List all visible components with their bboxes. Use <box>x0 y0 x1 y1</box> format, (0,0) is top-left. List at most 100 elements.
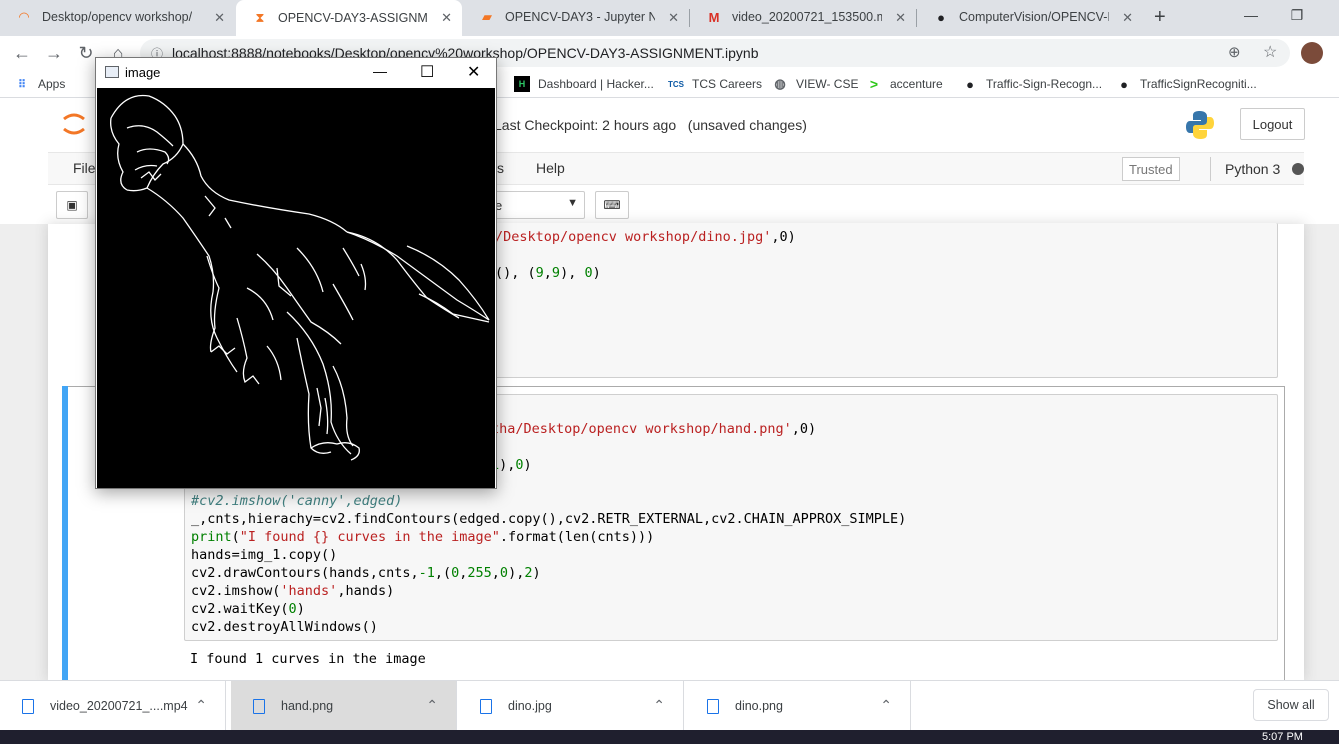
close-tab-icon[interactable]: ✕ <box>441 10 452 26</box>
logout-button[interactable]: Logout <box>1240 108 1305 140</box>
canny-edge-image <box>97 88 495 488</box>
tab-opencv-day3-assignment[interactable]: ⧗ OPENCV-DAY3-ASSIGNMENT ✕ <box>236 0 462 36</box>
bookmark-tcs[interactable]: TCS TCS Careers <box>668 75 762 93</box>
file-icon <box>22 698 34 714</box>
cell-1-line-1: /Desktop/opencv workshop/dino.jpg',0) <box>495 229 796 245</box>
download-item-dino-png[interactable]: dino.png ⌃ <box>685 681 911 731</box>
download-filename: hand.png <box>281 699 334 713</box>
divider <box>1210 157 1211 181</box>
save-button[interactable]: ▣ <box>56 191 88 219</box>
profile-avatar[interactable] <box>1301 42 1323 64</box>
file-icon <box>253 698 265 714</box>
download-filename: video_20200721_....mp4 <box>50 699 188 713</box>
new-tab-button[interactable]: + <box>1154 6 1166 29</box>
close-tab-icon[interactable]: ✕ <box>895 10 906 26</box>
show-all-button[interactable]: Show all <box>1253 689 1329 721</box>
menu-file[interactable]: File <box>73 160 96 176</box>
tab-opencv-day3-notebook[interactable]: ▰ OPENCV-DAY3 - Jupyter Notebook ✕ <box>463 0 689 34</box>
window-app-icon <box>105 66 119 78</box>
chevron-up-icon[interactable]: ⌃ <box>195 697 207 714</box>
download-item-dino-jpg[interactable]: dino.jpg ⌃ <box>458 681 684 731</box>
zoom-icon[interactable]: ⊕ <box>1228 43 1241 61</box>
download-item-hand-png[interactable]: hand.png ⌃ <box>231 681 457 731</box>
cell-2-line-imshow: cv2.imshow('hands',hands) <box>191 583 395 599</box>
bookmark-star-icon[interactable]: ☆ <box>1263 42 1277 62</box>
maximize-icon[interactable]: ☐ <box>420 62 434 82</box>
chevron-down-icon: ▼ <box>567 197 578 209</box>
jupyter-icon: ◠ <box>18 9 30 24</box>
tab-desktop-opencv[interactable]: ◠ Desktop/opencv workshop/ ✕ <box>0 0 235 34</box>
download-filename: dino.png <box>735 699 783 713</box>
downloads-bar: video_20200721_....mp4 ⌃ hand.png ⌃ dino… <box>0 680 1339 731</box>
menu-widgets-partial[interactable]: s <box>497 160 504 176</box>
cell-2-line-1: tha/Desktop/opencv workshop/hand.png',0) <box>491 421 817 437</box>
kernel-name[interactable]: Python 3 <box>1225 161 1280 177</box>
notebook-icon: ▰ <box>482 9 492 24</box>
menu-help[interactable]: Help <box>536 160 565 176</box>
file-icon <box>480 698 492 714</box>
opencv-window-titlebar[interactable]: image — ☐ ✕ <box>96 58 496 88</box>
forward-arrow-icon[interactable]: → <box>42 41 66 65</box>
floppy-icon: ▣ <box>66 198 78 212</box>
back-arrow-icon[interactable]: ← <box>10 41 34 65</box>
close-tab-icon[interactable]: ✕ <box>214 10 225 26</box>
tab-github-computervision[interactable]: ● ComputerVision/OPENCV-DAY ✕ <box>917 0 1143 34</box>
bookmark-hackerrank[interactable]: H Dashboard | Hacker... <box>514 75 654 93</box>
cell-2-line-waitkey: cv2.waitKey(0) <box>191 601 305 617</box>
tcs-icon: TCS <box>668 79 684 89</box>
chevron-up-icon[interactable]: ⌃ <box>426 697 438 714</box>
tab-video[interactable]: M video_20200721_153500.mp4 - ✕ <box>690 0 916 34</box>
cell-2-line-copy: hands=img_1.copy() <box>191 547 338 563</box>
windows-taskbar: 5:07 PM <box>0 730 1339 744</box>
close-tab-icon[interactable]: ✕ <box>668 10 679 26</box>
command-palette-button[interactable]: ⌨ <box>595 191 629 219</box>
cell-type-select[interactable]: e ▼ <box>488 191 585 219</box>
minimize-icon[interactable]: — <box>373 63 387 79</box>
bookmark-traffic-sign-2[interactable]: ● TrafficSignRecogniti... <box>1116 75 1257 93</box>
bookmark-traffic-sign-1[interactable]: ● Traffic-Sign-Recogn... <box>962 75 1102 93</box>
download-item-video[interactable]: video_20200721_....mp4 ⌃ <box>0 681 226 731</box>
bookmark-label: accenture <box>890 77 943 91</box>
tab-title: ComputerVision/OPENCV-DAY <box>959 10 1109 24</box>
minimize-button[interactable]: — <box>1228 0 1274 30</box>
close-tab-icon[interactable]: ✕ <box>1122 10 1133 26</box>
checkpoint-text: Last Checkpoint: 2 hours ago <box>494 117 677 133</box>
file-icon <box>707 698 719 714</box>
chevron-up-icon[interactable]: ⌃ <box>653 697 665 714</box>
cell-2-line-comment: #cv2.imshow('canny',edged) <box>191 493 403 509</box>
jupyter-logo-icon[interactable] <box>62 109 86 139</box>
bookmark-label: TrafficSignRecogniti... <box>1140 77 1257 91</box>
close-icon[interactable]: ✕ <box>467 62 480 82</box>
bookmark-accenture[interactable]: > accenture <box>866 75 943 93</box>
cell-2-line-print: print("I found {} curves in the image".f… <box>191 529 655 545</box>
bookmark-apps[interactable]: ⠿ Apps <box>14 75 65 93</box>
cell-2-line-destroy: cv2.destroyAllWindows() <box>191 619 378 635</box>
restore-button[interactable]: ❐ <box>1274 0 1320 30</box>
bookmark-label: VIEW- CSE <box>796 77 859 91</box>
window-title: image <box>125 65 161 80</box>
bookmark-label: Apps <box>38 77 66 91</box>
download-filename: dino.jpg <box>508 699 552 713</box>
unsaved-changes-text: (unsaved changes) <box>687 117 807 133</box>
keyboard-icon: ⌨ <box>603 198 621 212</box>
checkpoint-status: Last Checkpoint: 2 hours ago (unsaved ch… <box>494 117 807 133</box>
tab-title: video_20200721_153500.mp4 - <box>732 10 882 24</box>
cell-2-line-2: 1),0) <box>491 457 532 473</box>
kernel-status-icon <box>1292 163 1304 175</box>
cell-1-line-2: (), (9,9), 0) <box>495 265 601 281</box>
github-icon: ● <box>966 76 974 92</box>
tab-title: OPENCV-DAY3 - Jupyter Notebook <box>505 10 655 24</box>
python-logo-icon <box>1184 109 1216 141</box>
chevron-up-icon[interactable]: ⌃ <box>880 697 892 714</box>
accenture-icon: > <box>869 76 879 92</box>
hourglass-icon: ⧗ <box>255 10 265 25</box>
trusted-indicator[interactable]: Trusted <box>1122 157 1180 181</box>
selected-cell-indicator <box>62 386 68 687</box>
github-icon: ● <box>937 9 945 25</box>
cell-2-line-drawcontours: cv2.drawContours(hands,cnts,-1,(0,255,0)… <box>191 565 541 581</box>
globe-icon: ◍ <box>774 76 786 91</box>
opencv-image-window[interactable]: image — ☐ ✕ <box>95 57 497 489</box>
dinosaur-edges-drawing <box>110 94 490 461</box>
bookmark-view-cse[interactable]: ◍ VIEW- CSE <box>772 75 858 93</box>
bookmark-label: Traffic-Sign-Recogn... <box>986 77 1103 91</box>
